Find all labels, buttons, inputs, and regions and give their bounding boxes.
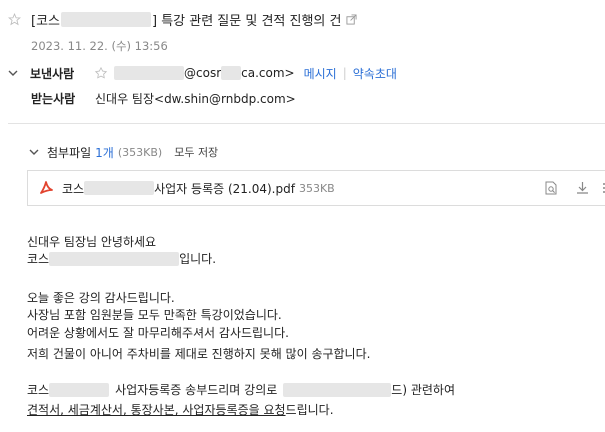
body-paragraph-suffix: 드) 관련하여 xyxy=(391,383,455,397)
document-request-text: 견적서, 세금계산서, 통장사본, 사업자등록증을 요청 xyxy=(27,403,286,417)
attachment-file-prefix: 코스 xyxy=(62,181,85,196)
attachment-file-name: 사업자 등록증 (21.04).pdf xyxy=(154,181,295,196)
external-link-icon[interactable] xyxy=(346,13,358,25)
header-divider xyxy=(8,123,605,124)
body-paragraph-end: 드립니다. xyxy=(285,403,334,417)
redacted-text xyxy=(61,11,151,27)
attachment-file-size: 353KB xyxy=(298,181,335,195)
star-icon[interactable] xyxy=(8,12,21,26)
mail-date: 2023. 11. 22. (수) 13:56 xyxy=(31,39,168,53)
body-paragraph-mid: 사업자등록증 송부드리며 강의로 xyxy=(115,383,278,397)
divider: | xyxy=(342,66,347,80)
attachment-label: 첨부파일 xyxy=(47,145,92,160)
chevron-down-icon[interactable] xyxy=(29,147,39,157)
favorite-sender-icon[interactable] xyxy=(94,66,108,80)
attachment-count: 1개 xyxy=(95,145,114,160)
body-paragraph-line: 저희 건물이 아니어 주차비를 제대로 진행하지 못해 많이 송구합니다. xyxy=(27,347,371,361)
body-greeting: 신대우 팀장님 안녕하세요 xyxy=(27,235,157,249)
chevron-down-icon[interactable] xyxy=(8,68,18,78)
redacted-text xyxy=(49,382,110,397)
redacted-text xyxy=(283,382,392,397)
sender-email-end: ca.com> xyxy=(241,66,295,80)
recipient-label: 받는사람 xyxy=(31,91,76,106)
preview-icon[interactable] xyxy=(545,181,558,195)
redacted-text xyxy=(49,251,180,266)
attachment-item[interactable]: 코스 사업자 등록증 (21.04).pdf 353KB xyxy=(27,170,605,206)
more-options-icon[interactable] xyxy=(600,181,605,195)
pdf-icon xyxy=(38,179,54,197)
appointment-invite-link[interactable]: 약속초대 xyxy=(353,65,397,82)
download-icon[interactable] xyxy=(576,181,589,195)
body-paragraph-line: 어려운 상황에서도 잘 마무리해주셔서 감사드립니다. xyxy=(27,326,289,340)
send-message-link[interactable]: 메시지 xyxy=(304,65,337,82)
attachment-total-size: (353KB) xyxy=(117,145,163,159)
body-paragraph-line: 사장님 포함 임원분들 모두 만족한 특강이었습니다. xyxy=(27,308,282,322)
redacted-text xyxy=(114,66,184,80)
subject-title: ] 특강 관련 질문 및 견적 진행의 건 xyxy=(152,13,342,29)
save-all-button[interactable]: 모두 저장 xyxy=(174,144,218,160)
body-paragraph-prefix: 코스 xyxy=(27,383,50,397)
subject-prefix: [코스 xyxy=(31,13,60,29)
redacted-text xyxy=(84,181,155,195)
recipient-value[interactable]: 신대우 팀장<dw.shin@rnbdp.com> xyxy=(95,90,296,107)
sender-email-part: @cosr xyxy=(184,66,222,80)
body-paragraph-line: 오늘 좋은 강의 감사드립니다. xyxy=(27,291,175,305)
body-intro-suffix: 입니다. xyxy=(179,252,217,266)
redacted-text xyxy=(221,66,242,80)
body-intro-prefix: 코스 xyxy=(27,252,50,266)
sender-label: 보낸사람 xyxy=(30,66,75,81)
